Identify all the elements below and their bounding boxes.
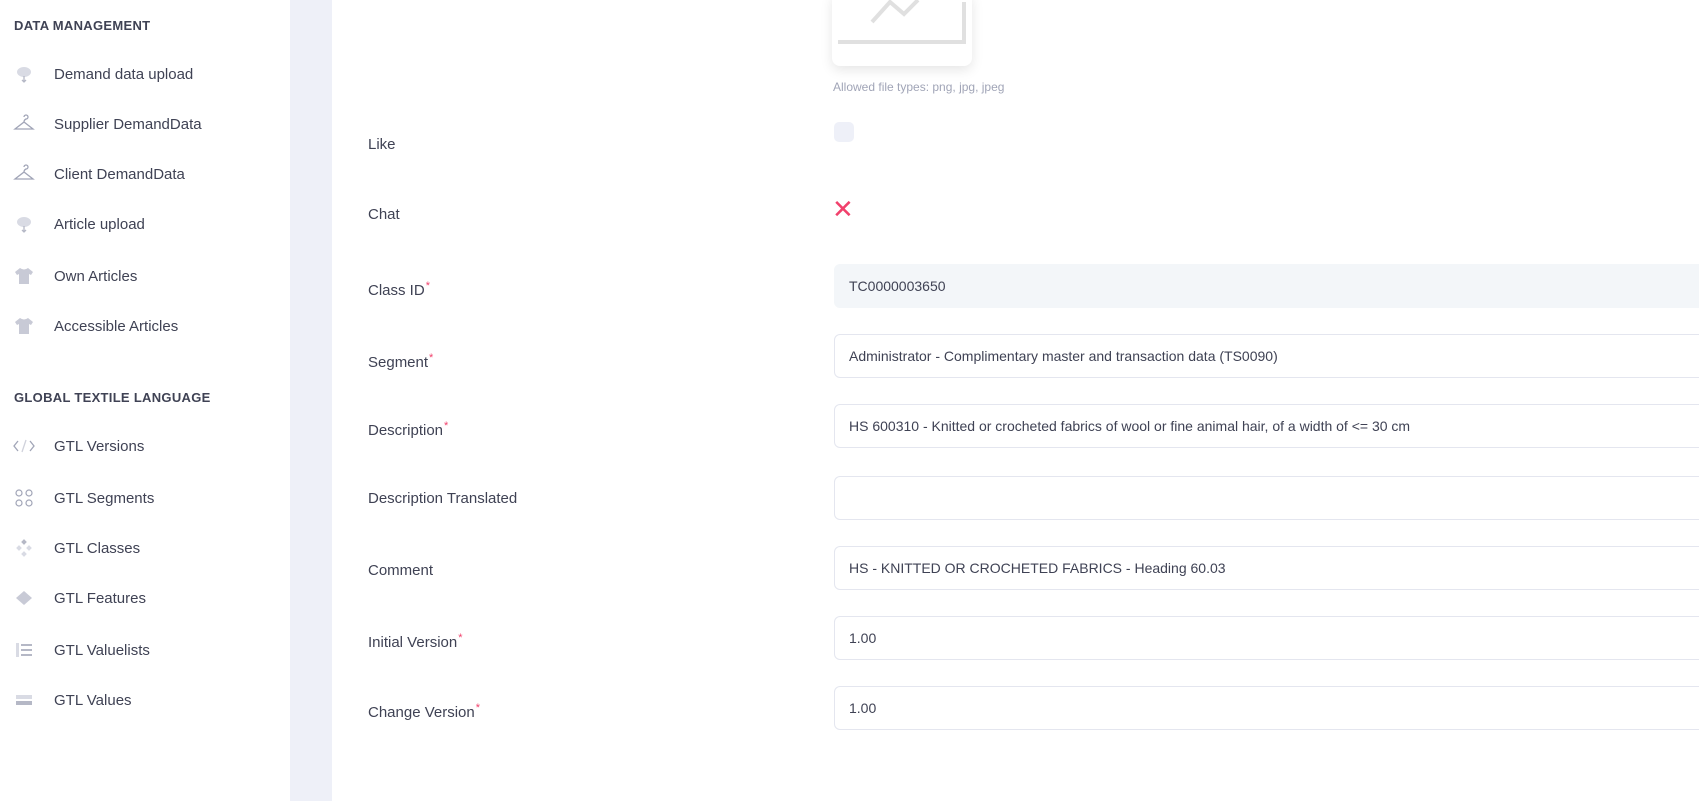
- sidebar-item-label: GTL Segments: [54, 489, 155, 507]
- sidebar-item-gtl-versions[interactable]: GTL Versions: [0, 426, 290, 466]
- segment-label-text: Segment: [368, 354, 429, 371]
- segment-label: Segment*: [368, 352, 433, 371]
- description-label: Description*: [368, 420, 448, 439]
- sidebar-item-gtl-features[interactable]: GTL Features: [0, 578, 290, 618]
- hanger-icon: [12, 112, 36, 136]
- sidebar-item-label: Article upload: [54, 215, 145, 233]
- sidebar-item-own-articles[interactable]: Own Articles: [0, 256, 290, 296]
- diamond-dots-icon: [12, 536, 36, 560]
- like-label: Like: [368, 136, 396, 153]
- sidebar: DATA MANAGEMENT Demand data upload Suppl…: [0, 0, 290, 801]
- required-marker: *: [458, 632, 463, 644]
- layers-icon: [12, 586, 36, 610]
- required-marker: *: [444, 420, 449, 432]
- description-label-text: Description: [368, 422, 444, 439]
- section-title-global-textile-language: GLOBAL TEXTILE LANGUAGE: [14, 390, 211, 405]
- initial-version-label: Initial Version*: [368, 632, 463, 651]
- cloud-upload-icon: [12, 62, 36, 86]
- code-icon: [12, 434, 36, 458]
- sidebar-item-demand-data-upload[interactable]: Demand data upload: [0, 54, 290, 94]
- sidebar-item-supplier-demanddata[interactable]: Supplier DemandData: [0, 104, 290, 144]
- sidebar-item-label: GTL Values: [54, 691, 132, 709]
- change-version-label-text: Change Version: [368, 704, 475, 721]
- sidebar-item-gtl-segments[interactable]: GTL Segments: [0, 478, 290, 518]
- sidebar-item-label: Client DemandData: [54, 165, 185, 183]
- tshirt-icon: [12, 314, 36, 338]
- cloud-upload-icon: [12, 212, 36, 236]
- hanger-icon: [12, 162, 36, 186]
- image-placeholder-icon: [838, 0, 966, 44]
- class-id-label-text: Class ID: [368, 282, 425, 299]
- comment-label: Comment: [368, 562, 434, 579]
- comment-input[interactable]: [834, 546, 1699, 590]
- allowed-file-types-hint: Allowed file types: png, jpg, jpeg: [833, 80, 1005, 94]
- section-title-data-management: DATA MANAGEMENT: [14, 18, 151, 33]
- sidebar-item-label: Supplier DemandData: [54, 115, 202, 133]
- sidebar-item-label: Accessible Articles: [54, 317, 179, 335]
- sidebar-item-client-demanddata[interactable]: Client DemandData: [0, 154, 290, 194]
- tshirt-icon: [12, 264, 36, 288]
- description-translated-label: Description Translated: [368, 490, 518, 507]
- class-id-input[interactable]: [834, 264, 1699, 308]
- sidebar-item-label: GTL Valuelists: [54, 641, 150, 659]
- sidebar-item-gtl-values[interactable]: GTL Values: [0, 680, 290, 720]
- image-upload-preview[interactable]: [832, 0, 972, 66]
- change-version-label: Change Version*: [368, 702, 480, 721]
- class-id-label: Class ID*: [368, 280, 430, 299]
- like-checkbox[interactable]: [834, 122, 854, 142]
- chat-label: Chat: [368, 206, 400, 223]
- initial-version-label-text: Initial Version: [368, 634, 458, 651]
- rows-icon: [12, 688, 36, 712]
- initial-version-input[interactable]: [834, 616, 1699, 660]
- required-marker: *: [475, 702, 481, 714]
- sidebar-item-label: GTL Features: [54, 589, 146, 607]
- sidebar-item-gtl-classes[interactable]: GTL Classes: [0, 528, 290, 568]
- sidebar-gutter: [290, 0, 332, 801]
- sidebar-item-label: Demand data upload: [54, 65, 194, 83]
- description-input[interactable]: [834, 404, 1699, 448]
- sidebar-item-label: Own Articles: [54, 267, 138, 285]
- list-icon: [12, 638, 36, 662]
- required-marker: *: [429, 352, 434, 364]
- segment-select[interactable]: [834, 334, 1699, 378]
- main-form: Allowed file types: png, jpg, jpeg Like …: [332, 0, 1699, 801]
- sidebar-item-article-upload[interactable]: Article upload: [0, 204, 290, 244]
- description-translated-input[interactable]: [834, 476, 1699, 520]
- sidebar-item-accessible-articles[interactable]: Accessible Articles: [0, 306, 290, 346]
- sidebar-item-label: GTL Classes: [54, 539, 141, 557]
- sidebar-item-label: GTL Versions: [54, 437, 145, 455]
- sidebar-item-gtl-valuelists[interactable]: GTL Valuelists: [0, 630, 290, 670]
- dots-grid-icon: [12, 486, 36, 510]
- change-version-input[interactable]: [834, 686, 1699, 730]
- x-mark-icon: ✕: [832, 194, 854, 224]
- required-marker: *: [425, 280, 430, 292]
